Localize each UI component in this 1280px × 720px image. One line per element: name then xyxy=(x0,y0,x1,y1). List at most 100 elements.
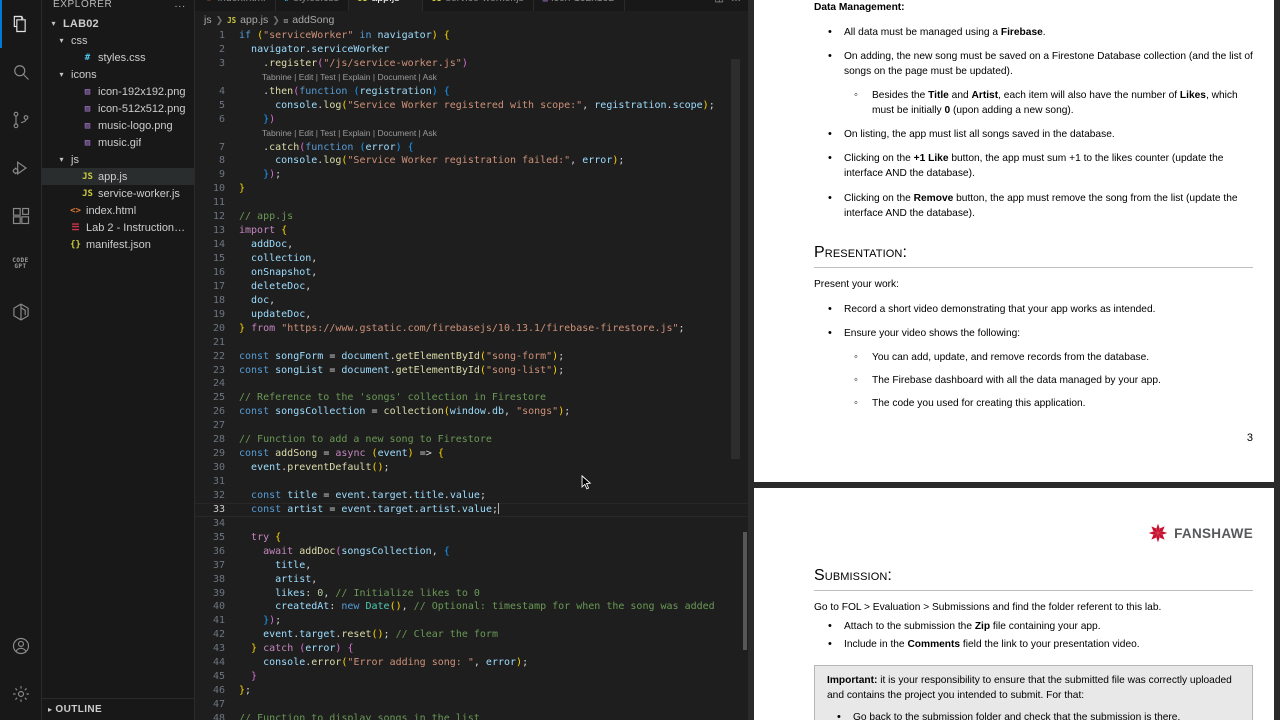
code-line[interactable]: 22 const songForm = document.getElementBy… xyxy=(195,350,748,364)
code-line[interactable]: 40 createdAt: new Date(), // Optional: t… xyxy=(195,600,748,614)
code-line[interactable]: 26 const songsCollection = collection(win… xyxy=(195,405,748,419)
code-line[interactable]: 11 xyxy=(195,196,748,210)
code-line[interactable]: 29 const addSong = async (event) => { xyxy=(195,447,748,461)
outline-section-header[interactable]: ▸ OUTLINE xyxy=(42,698,194,720)
code-line[interactable]: 3 .register("/js/service-worker.js") xyxy=(195,57,748,71)
code-line[interactable]: 9 }); xyxy=(195,168,748,182)
code-line[interactable]: 4 .then(function (registration) { xyxy=(195,85,748,99)
code-line[interactable]: 18 doc, xyxy=(195,294,748,308)
code-line-text[interactable]: await addDoc(songsCollection, { xyxy=(234,545,450,559)
code-line[interactable]: 10} xyxy=(195,182,748,196)
tree-folder-css[interactable]: ▾ css xyxy=(42,32,194,49)
code-line[interactable]: 43 } catch (error) { xyxy=(195,642,748,656)
close-icon[interactable]: × xyxy=(407,0,413,4)
code-line-text[interactable]: console.log("Service Worker registration… xyxy=(234,154,624,168)
code-line-text[interactable]: } xyxy=(234,670,257,684)
code-line[interactable]: 36 await addDoc(songsCollection, { xyxy=(195,545,748,559)
code-line-text[interactable]: collection, xyxy=(234,252,317,266)
code-line-text[interactable]: event.target.reset(); // Clear the form xyxy=(234,628,498,642)
tree-file-app-js[interactable]: JS app.js xyxy=(42,168,194,185)
code-line[interactable]: 46}; xyxy=(195,684,748,698)
code-line[interactable]: 2 navigator.serviceWorker xyxy=(195,43,748,57)
code-line-text[interactable]: }; xyxy=(234,684,251,698)
more-actions-icon[interactable]: … xyxy=(731,0,741,4)
tabnine-codelens[interactable]: Tabnine | Edit | Test | Explain | Docume… xyxy=(195,127,748,141)
code-line[interactable]: 47 xyxy=(195,698,748,712)
settings-gear-icon[interactable] xyxy=(0,670,42,718)
code-line[interactable]: 37 title, xyxy=(195,559,748,573)
code-line[interactable]: 39 likes: 0, // Initialize likes to 0 xyxy=(195,587,748,601)
editor-tab-icon-192x192[interactable]: ▨ icon-192x192 xyxy=(533,0,625,11)
code-line[interactable]: 35 try { xyxy=(195,531,748,545)
code-line[interactable]: 32 const title = event.target.title.valu… xyxy=(195,489,748,503)
code-line-text[interactable]: navigator.serviceWorker xyxy=(234,43,390,57)
tree-file-index-html[interactable]: <> index.html xyxy=(42,202,194,219)
code-line-text[interactable]: try { xyxy=(234,531,281,545)
code-line[interactable]: 7 .catch(function (error) { xyxy=(195,141,748,155)
editor-scrollbar-thumb-lower[interactable] xyxy=(743,532,747,650)
code-line[interactable]: 21 xyxy=(195,336,748,350)
pdf-preview-pane[interactable]: Data Management: All data must be manage… xyxy=(748,0,1280,720)
code-line[interactable]: 17 deleteDoc, xyxy=(195,280,748,294)
code-line-text[interactable]: // Function to add a new song to Firesto… xyxy=(234,433,492,447)
code-line[interactable]: 14 addDoc, xyxy=(195,238,748,252)
code-line[interactable]: 41 }); xyxy=(195,614,748,628)
code-line-text[interactable]: const addSong = async (event) => { xyxy=(234,447,444,461)
code-line-text[interactable]: deleteDoc, xyxy=(234,280,311,294)
code-line-text[interactable]: } catch (error) { xyxy=(234,642,353,656)
code-line-text[interactable]: onSnapshot, xyxy=(234,266,317,280)
code-line-text[interactable]: doc, xyxy=(234,294,275,308)
search-icon[interactable] xyxy=(0,48,42,96)
code-line[interactable]: 30 event.preventDefault(); xyxy=(195,461,748,475)
run-and-debug-icon[interactable] xyxy=(0,144,42,192)
code-line-text[interactable]: const songsCollection = collection(windo… xyxy=(234,405,570,419)
code-line[interactable]: 24 xyxy=(195,377,748,391)
code-line-text[interactable]: likes: 0, // Initialize likes to 0 xyxy=(234,587,480,601)
code-line-text[interactable]: addDoc, xyxy=(234,238,293,252)
code-line[interactable]: 42 event.target.reset(); // Clear the fo… xyxy=(195,628,748,642)
explorer-icon[interactable] xyxy=(0,0,42,48)
code-line[interactable]: 13 import { xyxy=(195,224,748,238)
code-line-text[interactable]: console.log("Service Worker registered w… xyxy=(234,99,715,113)
code-line-text[interactable]: console.error("Error adding song: ", err… xyxy=(234,656,528,670)
code-line-text[interactable]: const songForm = document.getElementById… xyxy=(234,350,564,364)
split-editor-icon[interactable]: ◫ xyxy=(715,0,724,4)
breadcrumb-item[interactable]: js xyxy=(204,14,212,26)
code-line[interactable]: 16 onSnapshot, xyxy=(195,266,748,280)
editor-tab-app-js[interactable]: JSapp.js × xyxy=(348,0,423,11)
code-line-text[interactable]: title, xyxy=(234,559,311,573)
editor-tab-styles-css[interactable]: #styles.css xyxy=(275,0,349,11)
docker-icon[interactable] xyxy=(0,288,42,336)
code-line-text[interactable]: }); xyxy=(234,168,281,182)
code-line[interactable]: 33 const artist = event.target.artist.va… xyxy=(195,502,748,517)
code-line[interactable]: 5 console.log("Service Worker registered… xyxy=(195,99,748,113)
code-line[interactable]: 38 artist, xyxy=(195,573,748,587)
tree-file-lab-2-instructions-pdf[interactable]: ☰ Lab 2 - Instructions.pdf xyxy=(42,219,194,236)
explorer-more-actions-icon[interactable]: ... xyxy=(175,0,186,10)
code-editor[interactable]: 1 if ("serviceWorker" in navigator) {2 na… xyxy=(195,29,748,720)
source-control-icon[interactable] xyxy=(0,96,42,144)
code-line-text[interactable]: const artist = event.target.artist.value… xyxy=(234,502,499,517)
editor-tab-service-worker-js[interactable]: JS service-worker.js xyxy=(422,0,534,11)
code-line-text[interactable]: updateDoc, xyxy=(234,308,311,322)
code-line[interactable]: 6 }) xyxy=(195,113,748,127)
tree-folder-lab02[interactable]: ▾ LAB02 xyxy=(42,15,194,32)
tree-file-icon-192x192-png[interactable]: ▨ icon-192x192.png xyxy=(42,83,194,100)
tree-folder-icons[interactable]: ▾ icons xyxy=(42,66,194,83)
code-line-text[interactable]: }) xyxy=(234,113,275,127)
extensions-icon[interactable] xyxy=(0,192,42,240)
code-line[interactable]: 48 // Function to display songs in the li… xyxy=(195,712,748,720)
code-line-text[interactable]: // Function to display songs in the list xyxy=(234,712,480,720)
code-line[interactable]: 23 const songList = document.getElementBy… xyxy=(195,364,748,378)
code-line-text[interactable]: const title = event.target.title.value; xyxy=(234,489,486,503)
code-line-text[interactable]: } xyxy=(234,182,245,196)
code-line[interactable]: 34 xyxy=(195,517,748,531)
code-line-text[interactable]: if ("serviceWorker" in navigator) { xyxy=(234,29,450,43)
tree-folder-js[interactable]: ▾ js xyxy=(42,151,194,168)
file-tree[interactable]: ▾ LAB02 ▾ css # styles.css ▾ icons ▨ icon-192x192… xyxy=(42,11,194,698)
code-line[interactable]: 1 if ("serviceWorker" in navigator) { xyxy=(195,29,748,43)
tabnine-codelens[interactable]: Tabnine | Edit | Test | Explain | Docume… xyxy=(195,71,748,85)
code-line-text[interactable]: .then(function (registration) { xyxy=(234,85,450,99)
codelens-actions-label[interactable]: Tabnine | Edit | Test | Explain | Docume… xyxy=(234,71,437,85)
code-line-text[interactable]: event.preventDefault(); xyxy=(234,461,390,475)
